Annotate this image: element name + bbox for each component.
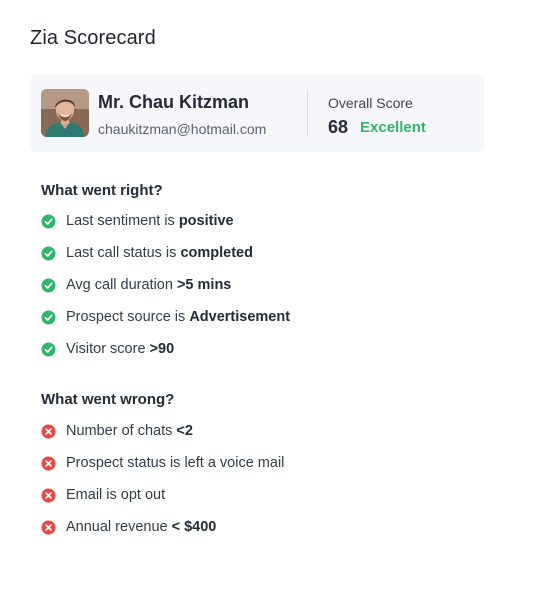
list-item: Number of chats <2: [41, 423, 193, 439]
list-item: Prospect source is Advertisement: [41, 309, 290, 325]
check-circle-icon: [41, 341, 56, 357]
list-item: Last call status is completed: [41, 245, 253, 261]
profile-card: Mr. Chau Kitzman chaukitzman@hotmail.com…: [30, 75, 484, 152]
list-item: Visitor score >90: [41, 341, 174, 357]
list-item: Avg call duration >5 mins: [41, 277, 231, 293]
item-value: positive: [178, 213, 234, 229]
x-circle-icon: [41, 487, 56, 503]
check-circle-icon: [41, 277, 56, 293]
item-label: Prospect status is left a voice mail: [66, 455, 285, 471]
what-went-wrong-heading: What went wrong?: [41, 391, 175, 408]
item-value: <2: [176, 423, 193, 439]
item-label: Prospect source is: [66, 309, 190, 325]
check-circle-icon: [41, 213, 56, 229]
item-value: completed: [180, 245, 253, 261]
item-label: Annual revenue: [66, 519, 172, 535]
check-circle-icon: [41, 309, 56, 325]
list-item: Last sentiment is positive: [41, 213, 234, 229]
divider: [307, 90, 308, 136]
item-label: Last call status is: [66, 245, 181, 261]
item-label: Avg call duration: [66, 277, 177, 293]
contact-name: Mr. Chau Kitzman: [98, 92, 250, 112]
overall-score-label: Overall Score: [328, 95, 413, 111]
x-circle-icon: [41, 423, 56, 439]
overall-score-value: 68: [328, 117, 349, 137]
item-value: >5 mins: [176, 277, 232, 293]
item-label: Number of chats: [66, 423, 177, 439]
item-label: Last sentiment is: [66, 213, 179, 229]
x-circle-icon: [41, 455, 56, 471]
x-circle-icon: [41, 519, 56, 535]
what-went-right-heading: What went right?: [41, 182, 163, 199]
overall-score-status: Excellent: [360, 119, 426, 136]
item-label: Visitor score: [66, 341, 150, 357]
item-value: >90: [149, 341, 175, 357]
check-circle-icon: [41, 245, 56, 261]
item-value: < $400: [171, 519, 217, 535]
page-title: Zia Scorecard: [30, 27, 156, 49]
item-label: Email is opt out: [66, 487, 166, 503]
item-value: Advertisement: [189, 309, 291, 325]
avatar: [41, 89, 89, 137]
contact-email: chaukitzman@hotmail.com: [98, 121, 267, 137]
list-item: Annual revenue < $400: [41, 519, 216, 535]
list-item: Prospect status is left a voice mail: [41, 455, 284, 471]
list-item: Email is opt out: [41, 487, 165, 503]
